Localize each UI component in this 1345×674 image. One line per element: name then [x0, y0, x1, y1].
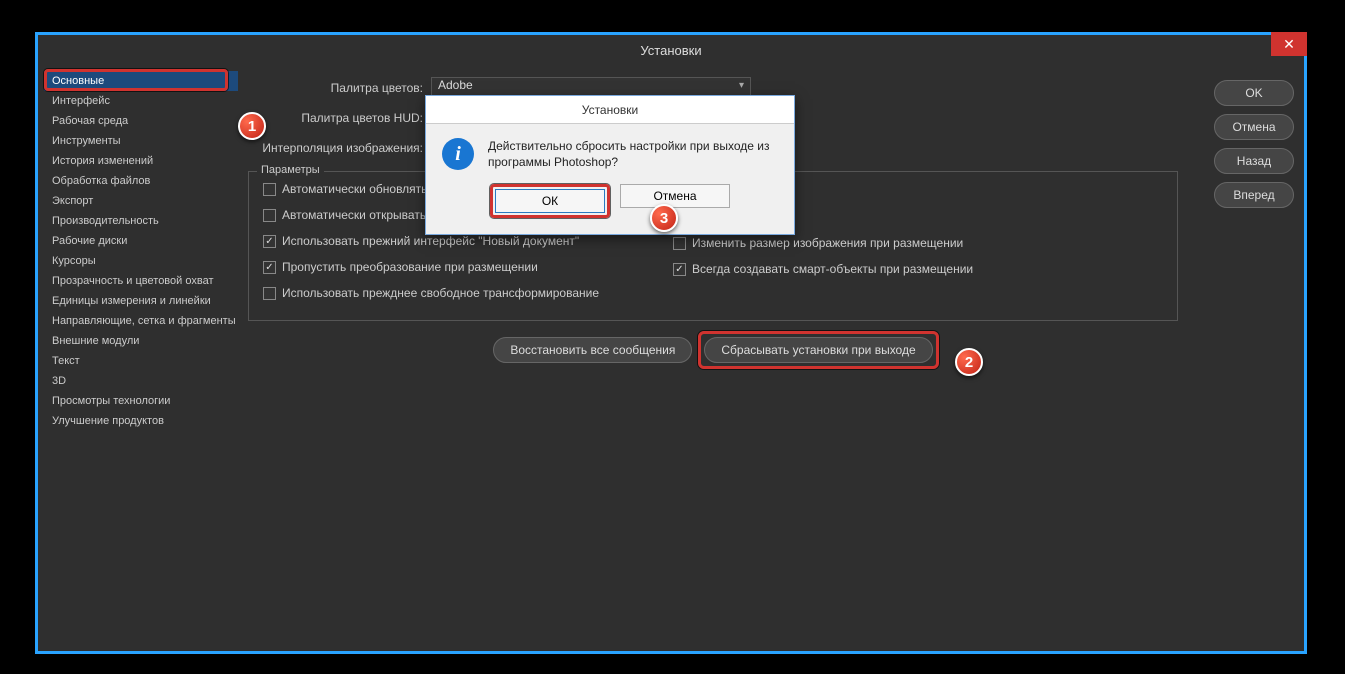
- chk-legacy-free-transform[interactable]: Использовать прежднее свободное трансфор…: [263, 286, 633, 300]
- annotation-badge-2: 2: [955, 348, 983, 376]
- cancel-button[interactable]: Отмена: [1214, 114, 1294, 140]
- title-bar: Установки ✕: [38, 35, 1304, 65]
- sidebar-item-tech-previews[interactable]: Просмотры технологии: [44, 391, 238, 411]
- sidebar-item-general[interactable]: Основные: [44, 71, 238, 91]
- ok-button[interactable]: OK: [1214, 80, 1294, 106]
- sidebar-item-scratch-disks[interactable]: Рабочие диски: [44, 231, 238, 251]
- confirm-text: Действительно сбросить настройки при вых…: [488, 138, 778, 170]
- window-title: Установки: [640, 43, 701, 58]
- sidebar-item-product-improvement[interactable]: Улучшение продуктов: [44, 411, 238, 431]
- annotation-highlight-3: ОК: [490, 184, 610, 218]
- color-picker-label: Палитра цветов:: [248, 81, 423, 95]
- info-icon: i: [442, 138, 474, 170]
- sidebar-item-plugins[interactable]: Внешние модули: [44, 331, 238, 351]
- prev-button[interactable]: Назад: [1214, 148, 1294, 174]
- restore-messages-button[interactable]: Восстановить все сообщения: [493, 337, 692, 363]
- confirm-title: Установки: [426, 96, 794, 124]
- hud-picker-label: Палитра цветов HUD:: [248, 111, 423, 125]
- bottom-button-row: Восстановить все сообщения Сбрасывать ус…: [248, 337, 1178, 363]
- chk-legacy-new-doc[interactable]: Использовать прежний интерфейс "Новый до…: [263, 234, 633, 248]
- chk-skip-transform[interactable]: Пропустить преобразование при размещении: [263, 260, 633, 274]
- close-button[interactable]: ✕: [1271, 32, 1307, 56]
- dialog-action-buttons: OK Отмена Назад Вперед: [1214, 80, 1294, 208]
- sidebar-item-cursors[interactable]: Курсоры: [44, 251, 238, 271]
- sidebar-item-interface[interactable]: Интерфейс: [44, 91, 238, 111]
- annotation-highlight-2: [698, 331, 938, 369]
- chk-resize-on-place[interactable]: Изменить размер изображения при размещен…: [673, 236, 973, 250]
- sidebar-item-file-handling[interactable]: Обработка файлов: [44, 171, 238, 191]
- annotation-badge-3: 3: [650, 204, 678, 232]
- sidebar-item-3d[interactable]: 3D: [44, 371, 238, 391]
- sidebar-item-transparency[interactable]: Прозрачность и цветовой охват: [44, 271, 238, 291]
- confirm-cancel-button[interactable]: Отмена: [620, 184, 730, 208]
- sidebar-item-performance[interactable]: Производительность: [44, 211, 238, 231]
- confirm-ok-button[interactable]: ОК: [495, 189, 605, 213]
- sidebar-item-guides[interactable]: Направляющие, сетка и фрагменты: [44, 311, 238, 331]
- annotation-badge-1: 1: [238, 112, 266, 140]
- sidebar-item-workspace[interactable]: Рабочая среда: [44, 111, 238, 131]
- next-button[interactable]: Вперед: [1214, 182, 1294, 208]
- sidebar-item-type[interactable]: Текст: [44, 351, 238, 371]
- sidebar-item-history[interactable]: История изменений: [44, 151, 238, 171]
- options-legend: Параметры: [257, 164, 324, 176]
- chk-smart-objects[interactable]: Всегда создавать смарт-объекты при разме…: [673, 262, 973, 276]
- sidebar: Основные Интерфейс Рабочая среда Инструм…: [38, 65, 238, 651]
- sidebar-item-export[interactable]: Экспорт: [44, 191, 238, 211]
- interpolation-label: Интерполяция изображения:: [248, 141, 423, 155]
- sidebar-item-tools[interactable]: Инструменты: [44, 131, 238, 151]
- sidebar-item-units[interactable]: Единицы измерения и линейки: [44, 291, 238, 311]
- confirm-dialog: Установки i Действительно сбросить настр…: [425, 95, 795, 235]
